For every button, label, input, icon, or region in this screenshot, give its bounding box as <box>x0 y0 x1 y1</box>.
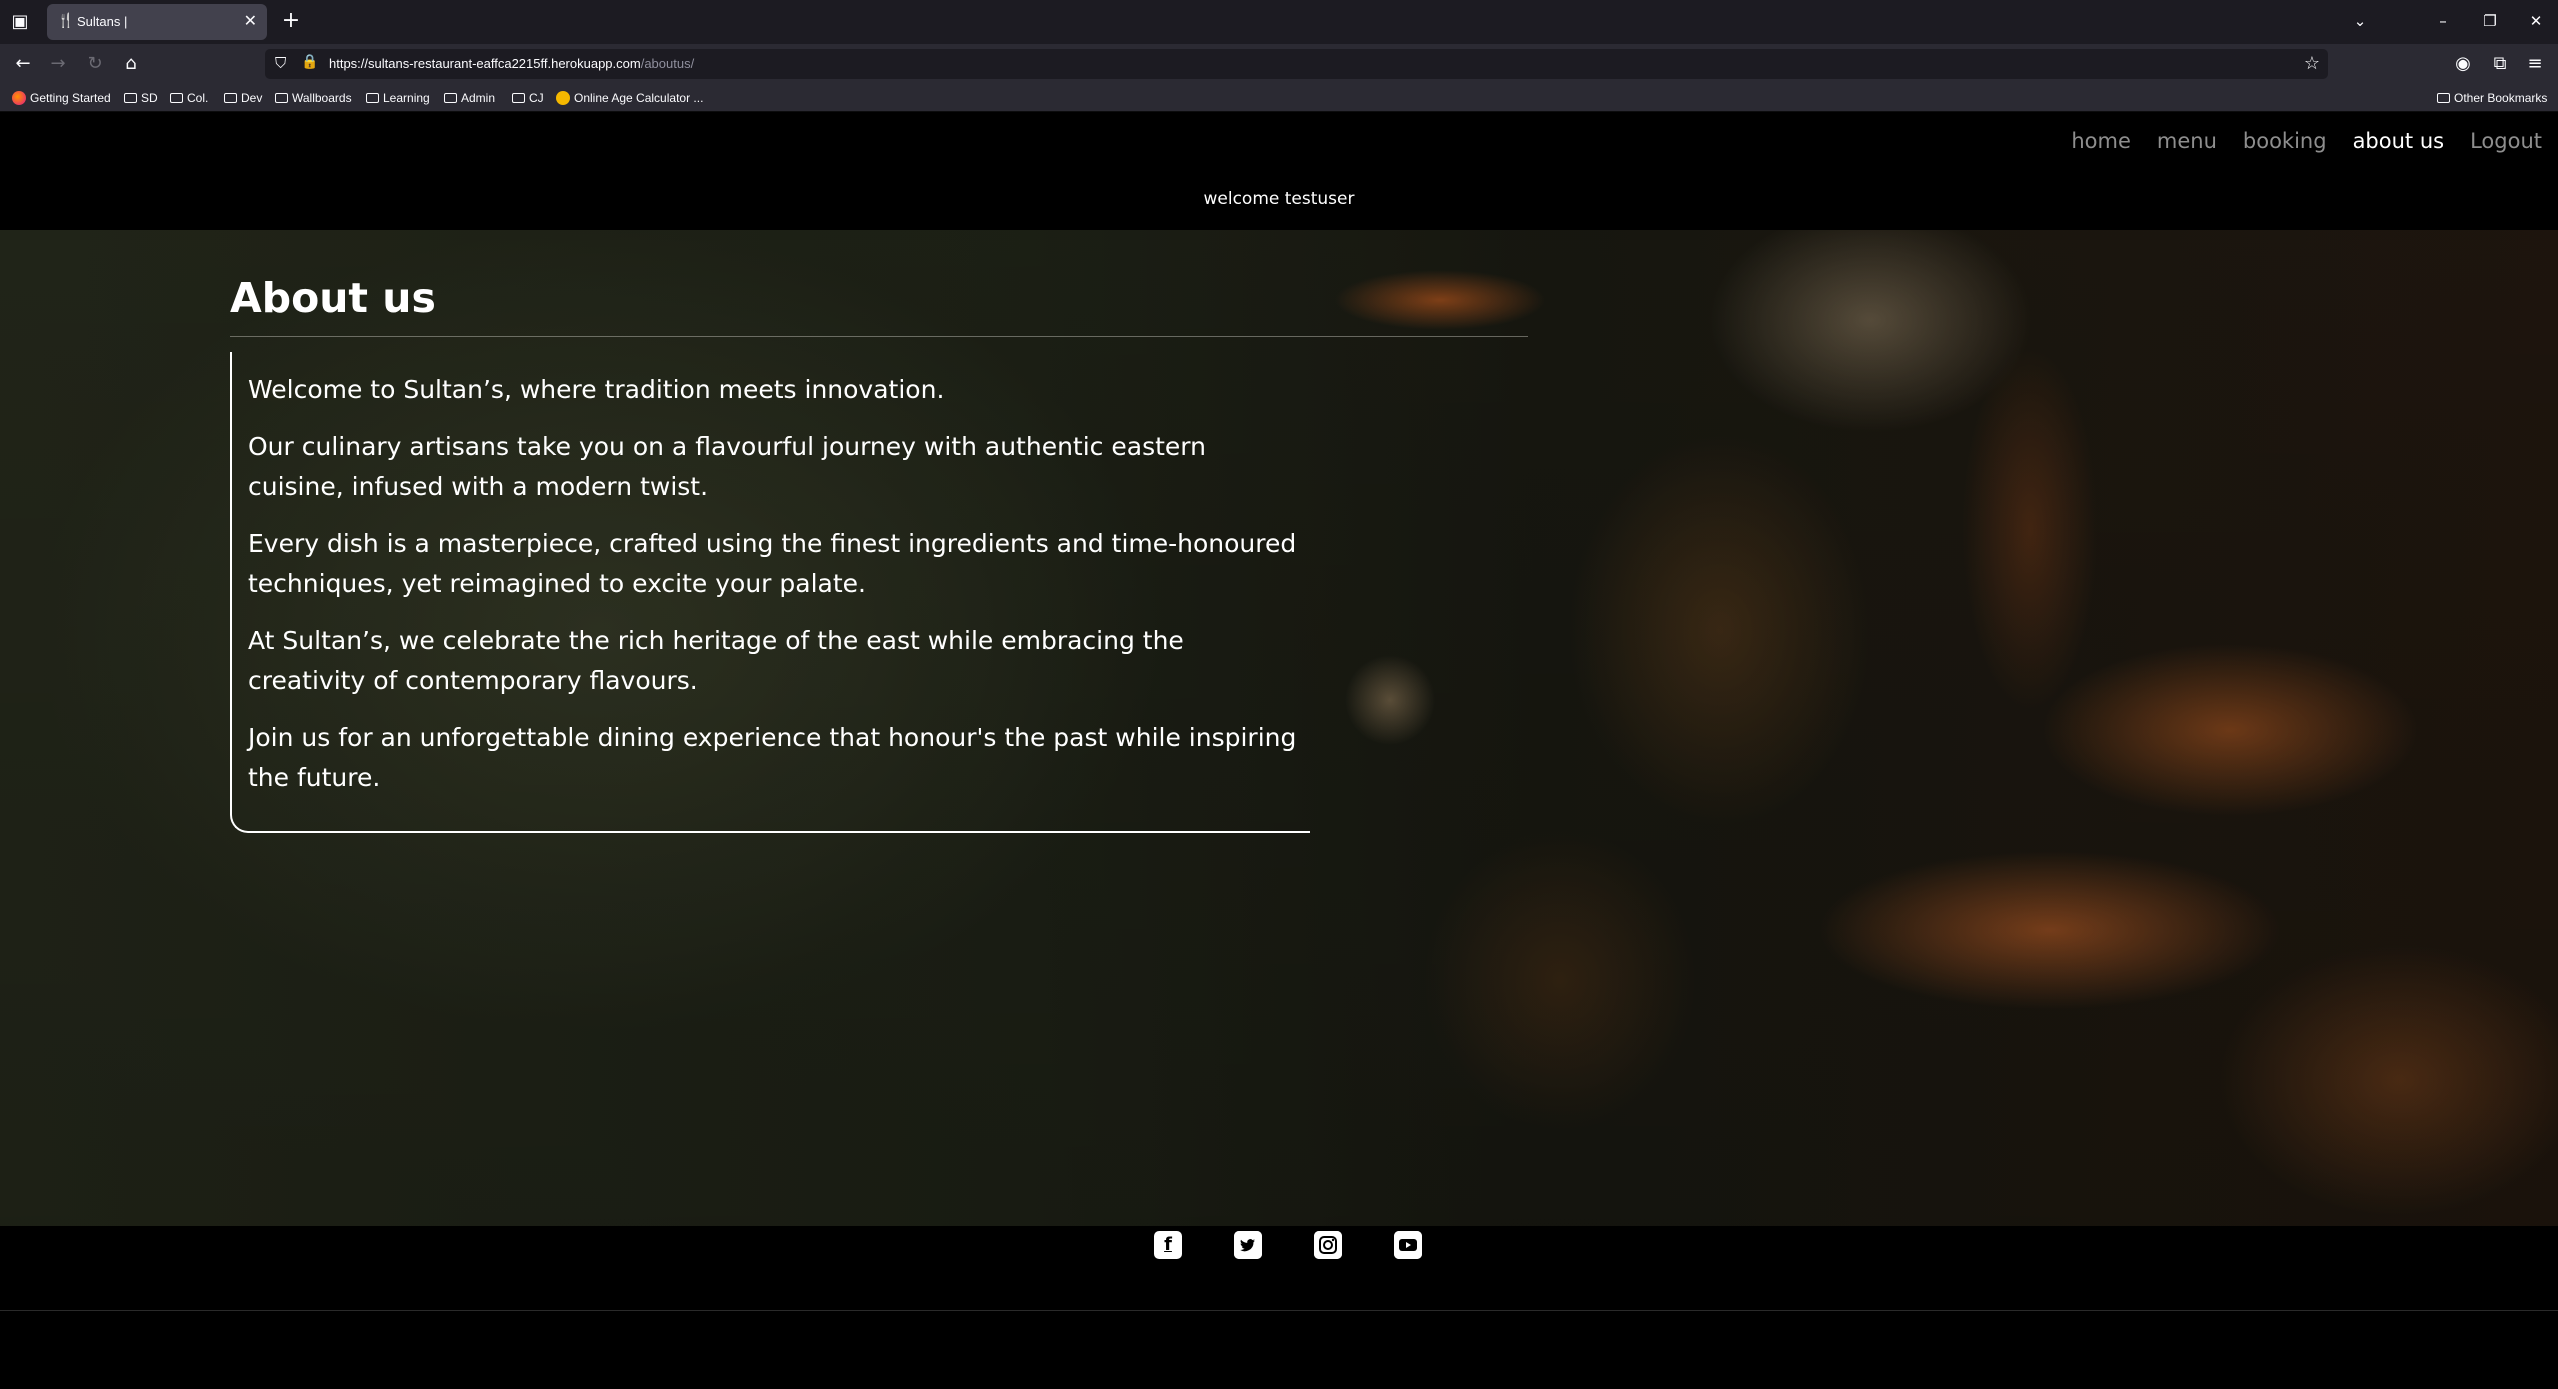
new-tab-icon[interactable]: + <box>278 8 304 34</box>
close-icon[interactable]: ✕ <box>244 11 257 30</box>
folder-icon <box>2437 93 2450 103</box>
shield-icon[interactable]: ⛉ <box>275 54 286 72</box>
home-icon[interactable]: ⌂ <box>118 51 144 77</box>
firefox-icon <box>12 91 26 105</box>
hero-background-image: About us Welcome to Sultan’s, where trad… <box>0 230 2558 1226</box>
calculator-icon <box>556 91 570 105</box>
folder-icon <box>512 93 525 103</box>
nav-link-menu[interactable]: menu <box>2157 129 2217 153</box>
title-divider <box>230 336 1528 337</box>
bookmark-folder-dev[interactable]: Dev <box>224 91 262 105</box>
welcome-message: welcome testuser <box>1203 189 1355 209</box>
twitter-icon[interactable] <box>1234 1231 1262 1259</box>
bookmark-folder-cj[interactable]: CJ <box>512 91 544 105</box>
fork-knife-icon: 🍴 <box>57 13 75 29</box>
about-paragraph: Every dish is a masterpiece, crafted usi… <box>248 529 1297 598</box>
nav-link-logout[interactable]: Logout <box>2470 129 2542 153</box>
bookmark-folder-sd[interactable]: SD <box>124 91 158 105</box>
about-paragraph: Welcome to Sultan’s, where tradition mee… <box>248 375 945 404</box>
about-text-box: Welcome to Sultan’s, where tradition mee… <box>230 352 1310 833</box>
page-title: About us <box>230 274 436 322</box>
nav-link-booking[interactable]: booking <box>2243 129 2327 153</box>
restore-icon[interactable]: ❐ <box>2475 8 2505 34</box>
bookmark-other-bookmarks[interactable]: Other Bookmarks <box>2437 91 2547 105</box>
folder-icon <box>444 93 457 103</box>
folder-icon <box>224 93 237 103</box>
site-header: home menu booking about us Logout welcom… <box>0 112 2558 230</box>
folder-icon <box>275 93 288 103</box>
back-arrow-icon[interactable]: ← <box>10 51 36 77</box>
bookmark-folder-learning[interactable]: Learning <box>366 91 430 105</box>
bookmark-online-age-calculator[interactable]: Online Age Calculator ... <box>556 91 703 105</box>
extensions-icon[interactable]: ⧉ <box>2487 51 2513 77</box>
bookmarks-bar: Getting Started SD Col. Dev Wallboards L… <box>0 84 2558 112</box>
window-close-icon[interactable]: ✕ <box>2521 8 2551 34</box>
facebook-icon[interactable]: f <box>1154 1231 1182 1259</box>
forward-arrow-icon[interactable]: → <box>45 51 71 77</box>
reload-icon[interactable]: ↻ <box>82 51 108 77</box>
web-page: home menu booking about us Logout welcom… <box>0 112 2558 1389</box>
nav-link-about-us[interactable]: about us <box>2353 129 2445 153</box>
about-paragraph: At Sultan’s, we celebrate the rich herit… <box>248 626 1184 695</box>
minimize-icon[interactable]: – <box>2428 8 2458 34</box>
site-nav: home menu booking about us Logout <box>2071 129 2542 153</box>
bookmark-folder-col[interactable]: Col. <box>170 91 208 105</box>
url-bar[interactable]: ⛉ 🔒 https://sultans-restaurant-eaffca221… <box>265 49 2328 79</box>
about-paragraph: Our culinary artisans take you on a flav… <box>248 432 1206 501</box>
nav-link-home[interactable]: home <box>2071 129 2131 153</box>
folder-icon <box>124 93 137 103</box>
tab-title: Sultans | <box>77 14 128 29</box>
bookmark-folder-admin[interactable]: Admin <box>444 91 495 105</box>
bookmark-folder-wallboards[interactable]: Wallboards <box>275 91 352 105</box>
bookmark-star-icon[interactable]: ☆ <box>2304 53 2320 74</box>
instagram-icon[interactable] <box>1314 1231 1342 1259</box>
chevron-down-icon[interactable]: ⌄ <box>2345 8 2375 34</box>
browser-nav-bar: ← → ↻ ⌂ ⛉ 🔒 https://sultans-restaurant-e… <box>0 44 2558 84</box>
browser-tab[interactable]: 🍴 Sultans | ✕ <box>47 4 267 40</box>
folder-icon <box>366 93 379 103</box>
about-paragraph: Join us for an unforgettable dining expe… <box>248 723 1297 792</box>
browser-tab-bar: ▣ 🍴 Sultans | ✕ + ⌄ – ❐ ✕ <box>0 0 2558 44</box>
bookmark-getting-started[interactable]: Getting Started <box>12 91 111 105</box>
firefox-view-icon[interactable]: ▣ <box>8 10 32 34</box>
lock-icon[interactable]: 🔒 <box>301 54 318 70</box>
youtube-icon[interactable] <box>1394 1231 1422 1259</box>
menu-hamburger-icon[interactable]: ≡ <box>2522 51 2548 77</box>
account-icon[interactable]: ◉ <box>2450 51 2476 77</box>
folder-icon <box>170 93 183 103</box>
url-text[interactable]: https://sultans-restaurant-eaffca2215ff.… <box>329 56 694 71</box>
footer-divider <box>0 1310 2558 1311</box>
site-footer <box>0 1226 2558 1389</box>
